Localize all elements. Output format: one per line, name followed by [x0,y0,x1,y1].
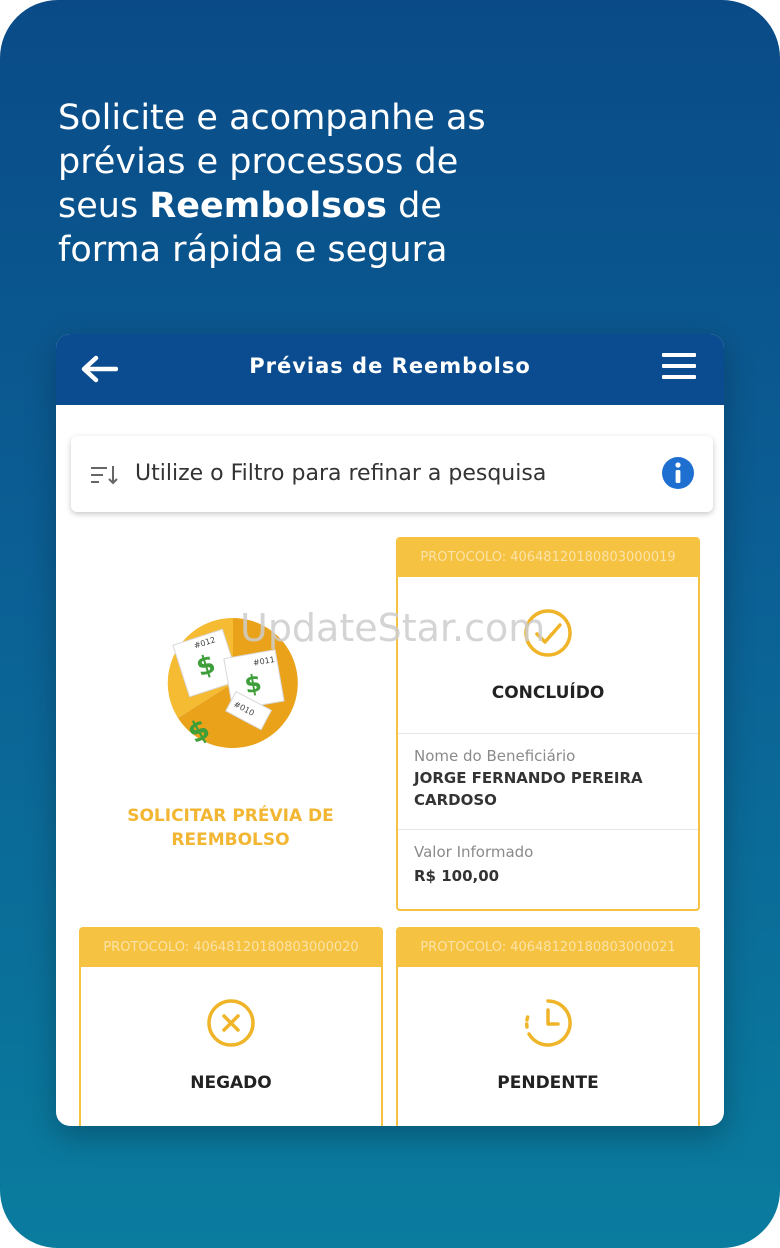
clock-icon [524,999,572,1047]
headline: Solicite e acompanhe as prévias e proces… [58,96,528,272]
protocol-card-denied[interactable]: PROTOCOLO: 40648120180803000020 NEGADO [79,927,383,1126]
status-label: NEGADO [190,1073,272,1093]
filter-bar[interactable]: Utilize o Filtro para refinar a pesquisa [71,436,713,512]
protocol-number: PROTOCOLO: 40648120180803000019 [398,539,698,577]
divider [398,829,698,830]
app-screen: Prévias de Reembolso Utilize o Filtro pa… [56,334,724,1126]
request-preview-label: SOLICITAR PRÉVIA DE REEMBOLSO [78,804,383,852]
protocol-number: PROTOCOLO: 40648120180803000020 [81,929,381,967]
protocol-number: PROTOCOLO: 40648120180803000021 [398,929,698,967]
request-label-line-2: REEMBOLSO [171,830,290,850]
headline-line-2: prévias e processos de [58,142,459,182]
headline-line-3: seus Reembolsos de [58,184,528,228]
protocol-card-pending[interactable]: PROTOCOLO: 40648120180803000021 PENDENTE [396,927,700,1126]
filter-hint: Utilize o Filtro para refinar a pesquisa [135,461,547,486]
info-icon[interactable] [661,456,695,490]
watermark: UpdateStar.com [240,606,546,650]
promo-background: Solicite e acompanhe as prévias e proces… [0,0,780,1248]
headline-line-3-start: seus [58,186,150,226]
request-label-line-1: SOLICITAR PRÉVIA DE [127,806,334,826]
x-circle-icon [207,999,255,1047]
status-label: CONCLUÍDO [491,683,605,703]
status-label: PENDENTE [497,1073,599,1093]
app-bar: Prévias de Reembolso [56,334,724,405]
protocol-card-concluded[interactable]: PROTOCOLO: 40648120180803000019 CONCLUÍD… [396,537,700,911]
beneficiary-label: Nome do Beneficiário [414,747,576,765]
app-bar-title: Prévias de Reembolso [249,354,531,378]
headline-line-4: forma rápida e segura [58,230,448,270]
headline-line-1: Solicite e acompanhe as [58,98,486,138]
beneficiary-value: JORGE FERNANDO PEREIRA CARDOSO [414,769,643,809]
amount-value: R$ 100,00 [414,867,500,885]
hamburger-menu-icon[interactable] [662,352,696,380]
amount-label: Valor Informado [414,843,534,861]
divider [398,733,698,734]
headline-emphasis: Reembolsos [149,186,388,226]
sort-filter-icon [91,466,118,485]
headline-line-3-end: de [387,186,442,226]
